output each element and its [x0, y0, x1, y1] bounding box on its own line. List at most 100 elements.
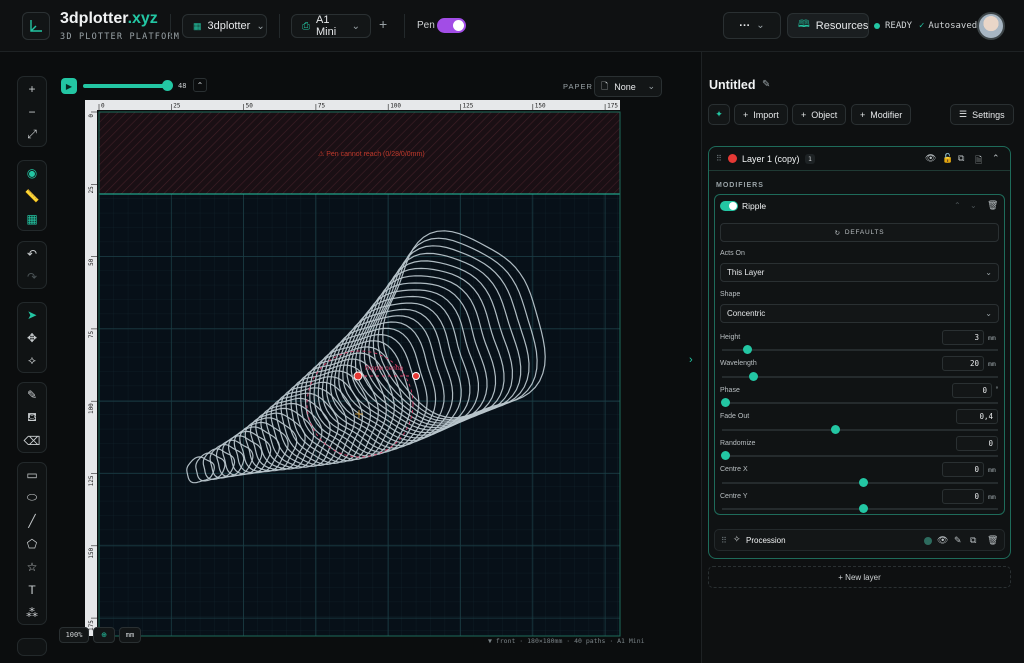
- phase-slider[interactable]: [722, 402, 998, 404]
- more-menu-button[interactable]: ··· ⌄: [723, 12, 781, 39]
- new-layer-button[interactable]: + New layer: [708, 566, 1011, 588]
- app-logo[interactable]: [22, 12, 50, 40]
- drag-handle-icon[interactable]: ⠿: [716, 154, 722, 163]
- defaults-button[interactable]: ↻ DEFAULTS: [720, 223, 999, 242]
- phase-slider-knob[interactable]: [721, 398, 730, 407]
- chevron-down-icon: ⌄: [756, 20, 765, 31]
- add-machine-button[interactable]: +: [379, 16, 387, 32]
- import-button[interactable]: + Import: [734, 104, 788, 125]
- centre-y-input[interactable]: 0: [942, 489, 984, 504]
- text-icon[interactable]: T: [18, 578, 46, 601]
- select-arrow-icon[interactable]: ➤: [18, 303, 46, 326]
- zoom-level[interactable]: 100%: [59, 627, 89, 643]
- zoom-out-icon[interactable]: −: [18, 100, 46, 123]
- ripple-centre-handle[interactable]: [353, 371, 363, 381]
- centre-y-slider-knob[interactable]: [859, 504, 868, 513]
- centre-x-label: Centre X: [720, 466, 748, 473]
- export-icon[interactable]: 🗎: [975, 153, 982, 169]
- polygon-icon[interactable]: ⬠: [18, 532, 46, 555]
- pen-label: Pen: [417, 20, 435, 31]
- line-icon[interactable]: ╱: [18, 509, 46, 532]
- layer-color-swatch[interactable]: [728, 154, 737, 163]
- wavelength-input[interactable]: 20: [942, 356, 984, 371]
- edit-icon[interactable]: ✎: [954, 535, 962, 546]
- grid-toggle-icon[interactable]: ▦: [18, 207, 46, 230]
- node-edit-icon[interactable]: ⟡: [18, 349, 46, 372]
- star-icon[interactable]: ☆: [18, 555, 46, 578]
- edit-title-icon[interactable]: ✎: [762, 79, 770, 90]
- plot-canvas[interactable]: ⚠ Pen cannot reach (0/28/0/0mm) 0 25 50 75 1…: [58, 70, 686, 663]
- x-tick-label: 75: [318, 103, 326, 110]
- ripple-wavelength-handle[interactable]: [412, 372, 420, 380]
- move-icon[interactable]: ✥: [18, 326, 46, 349]
- user-avatar[interactable]: [977, 12, 1005, 40]
- layer-name[interactable]: Layer 1 (copy): [742, 154, 800, 164]
- units-toggle[interactable]: mm: [119, 627, 141, 643]
- chevron-up-icon[interactable]: ⌃: [992, 153, 1000, 164]
- height-input[interactable]: 3: [942, 330, 984, 345]
- zoom-in-icon[interactable]: +: [18, 77, 46, 100]
- fade-out-slider[interactable]: [722, 429, 998, 431]
- shape-select[interactable]: Concentric ⌄: [720, 304, 999, 323]
- canvas-status: ▼ front · 180×180mm · 40 paths · A1 Mini: [488, 637, 645, 645]
- move-down-icon[interactable]: ⌄: [970, 201, 977, 210]
- sparkle-icon: ✧: [733, 534, 741, 544]
- undo-icon[interactable]: ↶: [18, 242, 46, 265]
- object-button[interactable]: + Object: [792, 104, 847, 125]
- pencil-icon[interactable]: ✎: [18, 383, 46, 406]
- generate-button[interactable]: ✦: [708, 104, 730, 125]
- display-tools: ◉ 📏 ▦: [17, 160, 47, 231]
- height-slider[interactable]: [722, 349, 998, 351]
- recenter-button[interactable]: ⊕: [93, 627, 115, 643]
- top-bar: 3dplotter.xyz 3D PLOTTER PLATFORM ▦ 3dpl…: [0, 0, 1024, 52]
- phase-input[interactable]: 0: [952, 383, 992, 398]
- move-up-icon[interactable]: ⌃: [954, 201, 961, 210]
- divider: [404, 14, 405, 38]
- trash-icon[interactable]: 🗑: [987, 200, 998, 211]
- workspace-label: 3dplotter: [207, 20, 251, 32]
- lock-icon[interactable]: 🔓: [942, 153, 953, 164]
- acts-on-label: Acts On: [720, 250, 745, 257]
- wavelength-slider-knob[interactable]: [748, 372, 758, 381]
- resources-button[interactable]: 🕮 Resources: [787, 13, 869, 38]
- ellipse-icon[interactable]: ⬭: [18, 486, 46, 509]
- randomize-slider[interactable]: [722, 455, 998, 457]
- trash-icon[interactable]: 🗑: [987, 535, 998, 546]
- chevron-down-icon: ⌄: [351, 20, 360, 32]
- duplicate-icon[interactable]: ⧉: [958, 153, 964, 164]
- workspace-select[interactable]: ▦ 3dplotter ⌄: [182, 14, 267, 38]
- ripple-enable-toggle[interactable]: [720, 201, 738, 211]
- randomize-slider-knob[interactable]: [721, 451, 730, 460]
- reset-icon: ↻: [834, 229, 841, 237]
- document-title[interactable]: Untitled: [709, 78, 756, 92]
- acts-on-select[interactable]: This Layer ⌄: [720, 263, 999, 282]
- redo-icon[interactable]: ↷: [18, 265, 46, 288]
- drag-handle-icon[interactable]: ⠿: [721, 536, 727, 545]
- y-tick-label: 125: [88, 475, 95, 486]
- fit-view-icon[interactable]: ⤢: [18, 123, 46, 146]
- wavelength-slider[interactable]: [722, 376, 998, 378]
- centre-x-slider-knob[interactable]: [859, 478, 868, 487]
- fade-out-input[interactable]: 0,4: [956, 409, 998, 424]
- eye-icon[interactable]: 👁: [925, 153, 936, 164]
- procession-name: Procession: [746, 536, 786, 545]
- settings-button[interactable]: ☰ Settings: [950, 104, 1014, 125]
- fill-bucket-icon[interactable]: ⛾: [18, 406, 46, 429]
- ruler-icon[interactable]: 📏: [18, 184, 46, 207]
- shapes-icon[interactable]: ⁂: [18, 601, 46, 624]
- ripple-modifier-name: Ripple: [742, 201, 767, 211]
- view-tools: + − ⤢: [17, 76, 47, 147]
- randomize-input[interactable]: 0: [956, 436, 998, 451]
- height-slider-knob[interactable]: [743, 345, 753, 354]
- chevron-right-icon[interactable]: ›: [689, 354, 693, 366]
- eye-icon[interactable]: 👁: [937, 535, 948, 546]
- pen-toggle[interactable]: [437, 18, 466, 33]
- modifier-button[interactable]: + Modifier: [851, 104, 912, 125]
- machine-select[interactable]: ⎙ A1 Mini ⌄: [291, 14, 371, 38]
- centre-x-input[interactable]: 0: [942, 462, 984, 477]
- rectangle-icon[interactable]: ▭: [18, 463, 46, 486]
- duplicate-icon[interactable]: ⧉: [970, 535, 976, 546]
- eraser-icon[interactable]: ⌫: [18, 429, 46, 452]
- y-tick-label: 100: [88, 403, 95, 414]
- pen-view-icon[interactable]: ◉: [18, 161, 46, 184]
